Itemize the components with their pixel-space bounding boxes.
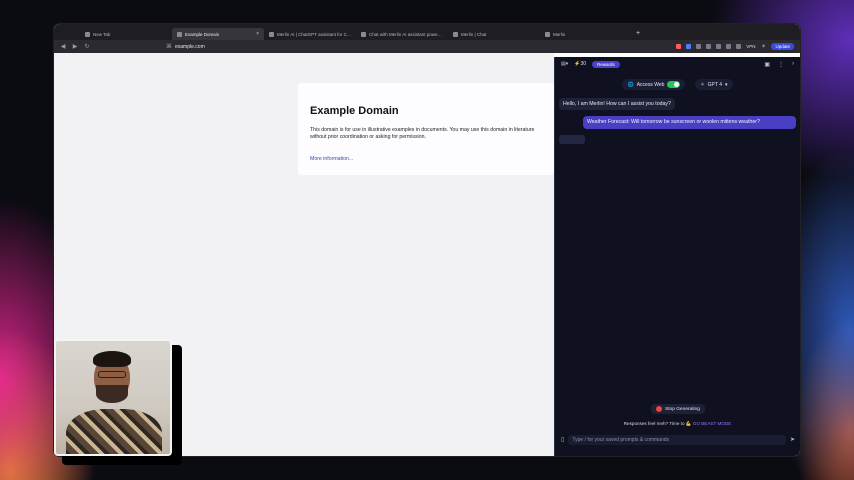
tab-strip: New Tab Example Domain × Merlin AI | Cha… [54,24,800,40]
person-glasses [98,371,126,378]
page-title: Example Domain [310,105,399,117]
site-info-icon[interactable]: ⌘ [166,43,172,50]
page-body: This domain is for use in illustrative e… [310,127,535,141]
tab-new-tab[interactable]: New Tab [80,28,172,40]
merlin-sidebar: ▤▾ ⚡30 Rewards ▣ ⋮ › 🌐 Access Web ✧ GPT … [554,57,800,456]
person-beard [96,385,128,403]
globe-icon [177,31,182,37]
tab-label: Merlin AI | ChatGPT assistant for C… [277,31,352,37]
model-selector[interactable]: ✧ GPT 4 ▾ [695,79,733,90]
send-icon[interactable]: ➤ [790,436,795,443]
stop-icon [656,406,662,412]
tab-chat-with-merlin[interactable]: Chat with Merlin AI assistant powe… [356,28,448,40]
chevron-down-icon: ▾ [724,81,728,88]
globe-icon: 🌐 [627,81,634,88]
beast-mode-prompt: Responses feel meh? Time to 💪 GO BEAST M… [623,421,732,426]
tab-example-domain[interactable]: Example Domain × [172,28,264,40]
extension-icon[interactable] [706,44,712,49]
tab-favicon-icon [85,31,90,37]
chat-input[interactable] [568,434,786,445]
extension-icon[interactable] [716,44,722,49]
forward-icon[interactable]: ▶ [72,43,78,50]
access-web-toggle[interactable] [667,81,681,88]
picture-icon[interactable]: ▣ [764,61,770,68]
address-bar[interactable]: ⌘ example.com [166,43,526,51]
person-shirt [66,409,162,454]
access-web-label: Access Web [636,81,665,88]
model-icon: ✧ [700,81,705,88]
example-domain-card: Example Domain This domain is for use in… [298,83,554,175]
tab-favicon-icon [545,31,550,37]
more-options-icon[interactable]: ⋮ [778,61,784,68]
stop-generating-button[interactable]: Stop Generating [651,404,705,414]
url-text: example.com [175,43,205,50]
model-label: GPT 4 [707,81,722,88]
tab-merlin-ai[interactable]: Merlin AI | ChatGPT assistant for C… [264,28,356,40]
tab-merlin-chat[interactable]: Merlin | Chat [448,28,540,40]
tab-label: Chat with Merlin AI assistant powe… [369,31,443,37]
update-button[interactable]: Update [771,43,794,50]
new-tab-button[interactable]: + [636,30,640,37]
tab-favicon-icon [361,31,366,37]
tab-label: Merlin | Chat [461,31,487,37]
merlin-menu-icon[interactable]: ▤▾ [561,61,568,67]
tab-label: Example Domain [185,31,220,37]
back-icon[interactable]: ◀ [60,43,66,50]
browser-toolbar: ◀ ▶ ↻ ⌘ example.com VPN ✶ Update [54,40,800,53]
tab-label: New Tab [93,31,111,37]
vpn-button[interactable]: VPN [746,44,755,49]
stop-label: Stop Generating [665,406,700,412]
person-hair [93,351,131,367]
chat-controls: 🌐 Access Web ✧ GPT 4 ▾ [555,79,800,90]
extension-icon[interactable] [696,44,702,49]
loading-indicator [559,135,585,144]
extensions-bar: VPN ✶ Update [676,43,794,50]
tab-favicon-icon [453,31,458,37]
access-web-toggle-group[interactable]: 🌐 Access Web [622,79,686,90]
chat-input-bar: ▯ ➤ [561,434,795,445]
reload-icon[interactable]: ↻ [84,43,90,50]
tab-label: Merlin [553,31,566,37]
merlin-header: ▤▾ ⚡30 Rewards ▣ ⋮ › [555,57,800,71]
merlin-extension-icon[interactable]: ✶ [760,43,766,50]
tab-merlin[interactable]: Merlin [540,28,632,40]
extension-icon[interactable] [726,44,732,49]
bookmark-icon[interactable]: ▯ [561,436,564,443]
brave-shield-icon[interactable] [676,44,682,49]
user-message: Weather Forecast: Will tomorrow be sunsc… [583,116,796,129]
more-information-link[interactable]: More information... [310,156,353,162]
header-actions: ▣ ⋮ › [764,61,794,68]
extension-icon[interactable] [686,44,692,49]
points-counter[interactable]: ⚡30 [574,61,586,67]
extension-icon[interactable] [736,44,742,49]
bot-message: Hello, I am Merlin! How can I assist you… [559,98,675,110]
tab-favicon-icon [269,31,274,37]
beast-mode-link[interactable]: GO BEAST MODE [693,421,731,426]
close-tab-icon[interactable]: × [256,31,259,37]
webcam-overlay [54,339,172,456]
collapse-chevron-icon[interactable]: › [792,61,794,68]
rewards-button[interactable]: Rewards [592,60,620,68]
